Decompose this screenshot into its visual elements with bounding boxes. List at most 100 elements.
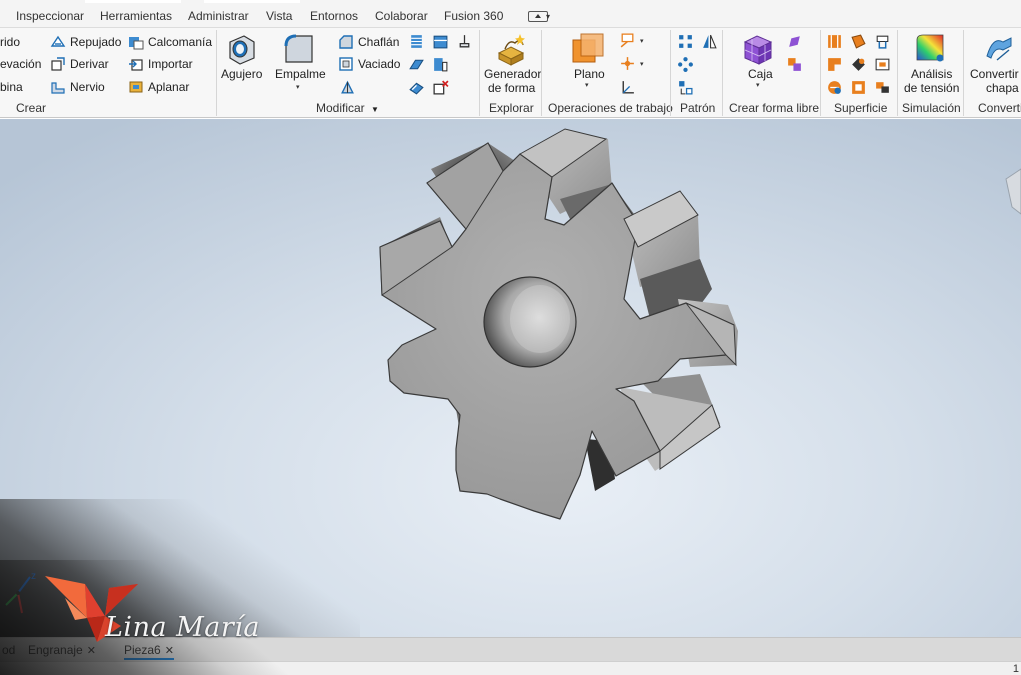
tool-bobina[interactable]: bina — [0, 77, 23, 97]
doc-tab-previous[interactable]: od — [2, 643, 15, 657]
menu-bar: Inspeccionar Herramientas Administrar Vi… — [0, 0, 1021, 28]
decal-icon — [129, 37, 144, 50]
tool-chaflan[interactable]: Chaflán — [338, 32, 399, 52]
freeform-box-icon[interactable] — [741, 32, 775, 66]
tool-convertir-line2[interactable]: chapa — [986, 81, 1019, 95]
stress-analysis-icon[interactable] — [914, 32, 946, 64]
menu-herramientas[interactable]: Herramientas — [100, 9, 172, 23]
tool-generador-line2[interactable]: de forma — [488, 81, 535, 95]
tool-bobina-label: bina — [0, 80, 23, 94]
replace-face-icon[interactable] — [874, 56, 891, 73]
repair-icon[interactable] — [850, 79, 867, 96]
chevron-down-icon: ▼ — [371, 105, 379, 114]
graphics-viewport[interactable]: z — [0, 119, 1021, 637]
import-icon — [129, 59, 143, 71]
panel-separator — [479, 30, 480, 116]
tool-derivar[interactable]: Derivar — [50, 54, 109, 74]
tool-analisis-line1[interactable]: Análisis — [911, 67, 952, 81]
convert-sheet-metal-icon[interactable] — [983, 32, 1015, 64]
freeform-convert-icon[interactable] — [786, 56, 803, 73]
panel-title-operaciones: Operaciones de trabajo — [548, 101, 673, 115]
tool-plano-label[interactable]: Plano — [574, 67, 605, 81]
shape-generator-icon[interactable] — [493, 31, 529, 67]
chevron-down-icon[interactable]: ▾ — [296, 83, 300, 91]
move-face-icon[interactable] — [408, 79, 425, 96]
panel-title-explorar: Explorar — [489, 101, 534, 115]
panel-separator — [670, 30, 671, 116]
view-switch-icon[interactable] — [528, 11, 548, 22]
tool-chaflan-label: Chaflán — [358, 35, 400, 49]
patch-icon[interactable] — [874, 33, 891, 50]
thicken-icon[interactable] — [456, 33, 473, 50]
menu-inspeccionar[interactable]: Inspeccionar — [16, 9, 84, 23]
extend-icon[interactable] — [850, 56, 867, 73]
menu-vista[interactable]: Vista — [266, 9, 292, 23]
tool-convertir-line1[interactable]: Convertir — [970, 67, 1019, 81]
panel-title-modificar[interactable]: Modificar ▼ — [316, 101, 379, 115]
panel-title-superficie: Superficie — [834, 101, 888, 115]
tool-nervio[interactable]: Nervio — [50, 77, 105, 97]
status-bar: 1 — [0, 661, 1021, 675]
tool-generador-line1[interactable]: Generador — [484, 67, 541, 81]
work-point-icon[interactable] — [619, 55, 636, 72]
fit-mesh-icon[interactable] — [874, 79, 891, 96]
tool-importar-label: Importar — [148, 57, 193, 71]
circular-pattern-icon[interactable] — [677, 56, 694, 73]
menu-entornos[interactable]: Entornos — [310, 9, 358, 23]
panel-title-convertir: Converti — [978, 101, 1021, 115]
split-icon[interactable] — [339, 79, 356, 96]
tool-empalme-label[interactable]: Empalme — [275, 67, 326, 81]
ruled-surface-icon[interactable] — [826, 79, 843, 96]
tool-nervio-label: Nervio — [70, 80, 105, 94]
tool-barrido[interactable]: rido — [0, 32, 20, 52]
chevron-down-icon[interactable]: ▾ — [640, 37, 644, 45]
work-plane-icon[interactable] — [571, 32, 605, 66]
tool-calcomania[interactable]: Calcomanía — [128, 32, 212, 52]
tool-vaciado[interactable]: Vaciado — [338, 54, 400, 74]
tool-analisis-line2[interactable]: de tensión — [904, 81, 959, 95]
tool-repujado[interactable]: Repujado — [50, 32, 121, 52]
tool-aplanar[interactable]: Aplanar — [128, 77, 189, 97]
rectangular-pattern-icon[interactable] — [677, 33, 694, 50]
chevron-down-icon[interactable]: ▾ — [585, 81, 589, 89]
combine-icon[interactable] — [432, 33, 449, 50]
document-count: 1 — [1012, 663, 1019, 675]
menu-colaborar[interactable]: Colaborar — [375, 9, 428, 23]
doc-tab-label: od — [2, 643, 16, 657]
sketch-pattern-icon[interactable] — [677, 79, 694, 96]
menu-administrar[interactable]: Administrar — [188, 9, 249, 23]
tool-agujero-label[interactable]: Agujero — [221, 67, 262, 81]
panel-title-modificar-label: Modificar — [316, 101, 365, 115]
rib-icon — [51, 82, 65, 94]
mirror-icon[interactable] — [701, 33, 718, 50]
axes-triad-icon[interactable]: z — [0, 567, 44, 623]
tool-elevacion[interactable]: evación — [0, 54, 41, 74]
panel-separator — [216, 30, 217, 116]
ucs-icon[interactable] — [619, 79, 636, 96]
tool-vaciado-label: Vaciado — [358, 57, 401, 71]
tool-caja-label[interactable]: Caja — [748, 67, 773, 81]
panel-title-simulacion: Simulación — [902, 101, 961, 115]
trim-icon[interactable] — [826, 56, 843, 73]
sculpt-icon[interactable] — [850, 33, 867, 50]
fillet-icon[interactable] — [282, 32, 316, 66]
chevron-down-icon[interactable]: ▾ — [546, 12, 550, 21]
thread-icon[interactable] — [408, 33, 425, 50]
work-axis-icon[interactable] — [619, 32, 636, 49]
tool-derivar-label: Derivar — [70, 57, 109, 71]
delete-solid-icon[interactable] — [432, 79, 449, 96]
panel-separator — [963, 30, 964, 116]
delete-face-icon[interactable] — [408, 56, 425, 73]
tool-importar[interactable]: Importar — [128, 54, 193, 74]
chevron-down-icon[interactable]: ▾ — [640, 60, 644, 68]
panel-separator — [820, 30, 821, 116]
panel-title-patron: Patrón — [680, 101, 716, 115]
chamfer-icon — [339, 35, 353, 49]
freeform-edit-icon[interactable] — [786, 33, 803, 50]
stitch-icon[interactable] — [826, 33, 843, 50]
copy-object-icon[interactable] — [432, 56, 449, 73]
chevron-down-icon[interactable]: ▾ — [756, 81, 760, 89]
hole-icon[interactable] — [224, 32, 258, 66]
tool-aplanar-label: Aplanar — [148, 80, 190, 94]
menu-fusion-360[interactable]: Fusion 360 — [444, 9, 503, 23]
